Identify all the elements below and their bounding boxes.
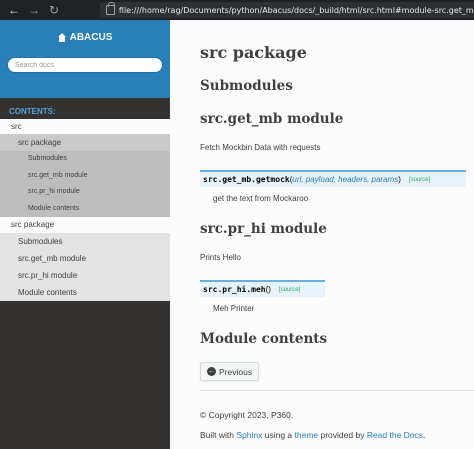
address-bar[interactable]: file:///home/rag/Documents/python/Abacus… xyxy=(100,2,474,18)
sig-function-name: getmock xyxy=(255,175,290,184)
home-icon xyxy=(57,33,67,42)
project-home-link[interactable]: ABACUS xyxy=(57,32,113,43)
sidebar-header: ABACUS xyxy=(0,20,170,98)
sidebar-item-get-mb-module-2[interactable]: src.get_mb module xyxy=(0,250,170,267)
get-mb-description: Fetch Mockbin Data with requests xyxy=(200,143,321,152)
arrow-circle-left-icon: ← xyxy=(207,367,216,376)
back-arrow-icon[interactable]: ← xyxy=(6,2,22,18)
page-info-icon[interactable] xyxy=(106,2,115,15)
footer-divider xyxy=(200,390,474,391)
sidebar-item-src-package-current[interactable]: src package xyxy=(0,134,170,151)
meh-signature: src.pr_hi. meh() [source] xyxy=(200,280,325,297)
reload-icon[interactable]: ↻ xyxy=(46,2,62,18)
built-with-prefix: Built with xyxy=(200,430,237,440)
getmock-docstring: get the text from Mockaroo xyxy=(213,194,309,203)
sidebar-item-pr-hi-module[interactable]: src.pr_hi module xyxy=(0,184,170,201)
getmock-source-link[interactable]: [source] xyxy=(409,177,430,183)
search-docs-input[interactable] xyxy=(7,57,163,73)
sidebar-item-submodules-2[interactable]: Submodules xyxy=(0,233,170,250)
get-mb-module-heading: src.get_mb module xyxy=(200,111,344,127)
sig-close-paren: ) xyxy=(398,175,401,184)
sig-module-name: src.get_mb. xyxy=(203,175,256,184)
using-a-text: using a xyxy=(262,430,295,440)
sig-module-name-2: src.pr_hi. xyxy=(203,285,252,294)
sidebar-item-src-package[interactable]: src package xyxy=(0,217,170,233)
previous-label: Previous xyxy=(219,366,253,377)
previous-button[interactable]: ← Previous xyxy=(200,362,259,381)
browser-toolbar: ← → ↻ file:///home/rag/Documents/python/… xyxy=(0,0,474,20)
module-contents-heading: Module contents xyxy=(200,331,328,347)
copyright-text: © Copyright 2023, P360. xyxy=(200,410,294,420)
sphinx-link[interactable]: Sphinx xyxy=(236,430,262,440)
page-title: src package xyxy=(200,43,307,62)
sidebar: ABACUS CONTENTS: src src package Submodu… xyxy=(0,20,170,449)
meh-docstring: Meh Printer xyxy=(213,304,255,313)
sidebar-item-module-contents[interactable]: Module contents xyxy=(0,200,170,217)
theme-link[interactable]: theme xyxy=(295,430,319,440)
getmock-signature: src.get_mb. getmock(url, payload, headers… xyxy=(200,170,466,187)
sidebar-item-get-mb-module[interactable]: src.get_mb module xyxy=(0,167,170,184)
sidebar-item-src[interactable]: src xyxy=(0,119,170,134)
pr-hi-description: Prints Hello xyxy=(200,253,241,262)
provided-by-text: provided by xyxy=(318,430,367,440)
read-the-docs-link[interactable]: Read the Docs xyxy=(367,430,423,440)
project-name: ABACUS xyxy=(69,32,113,43)
main-content: src package Submodules src.get_mb module… xyxy=(170,20,474,449)
built-with-text: Built with Sphinx using a theme provided… xyxy=(200,430,425,440)
sig-function-name-2: meh xyxy=(251,285,266,294)
sidebar-item-submodules[interactable]: Submodules xyxy=(0,151,170,168)
submodules-heading: Submodules xyxy=(200,78,293,94)
url-text: file:///home/rag/Documents/python/Abacus… xyxy=(118,5,474,15)
sig-params: url, payload, headers, params xyxy=(292,175,399,184)
sidebar-item-module-contents-2[interactable]: Module contents xyxy=(0,284,170,301)
meh-source-link[interactable]: [source] xyxy=(279,287,300,293)
contents-caption: CONTENTS: xyxy=(9,107,56,116)
footer-end-period: . xyxy=(423,430,426,440)
forward-arrow-icon[interactable]: → xyxy=(26,2,42,18)
sidebar-item-pr-hi-module-2[interactable]: src.pr_hi module xyxy=(0,267,170,284)
pr-hi-module-heading: src.pr_hi module xyxy=(200,221,327,237)
sig-parens: () xyxy=(265,285,271,294)
